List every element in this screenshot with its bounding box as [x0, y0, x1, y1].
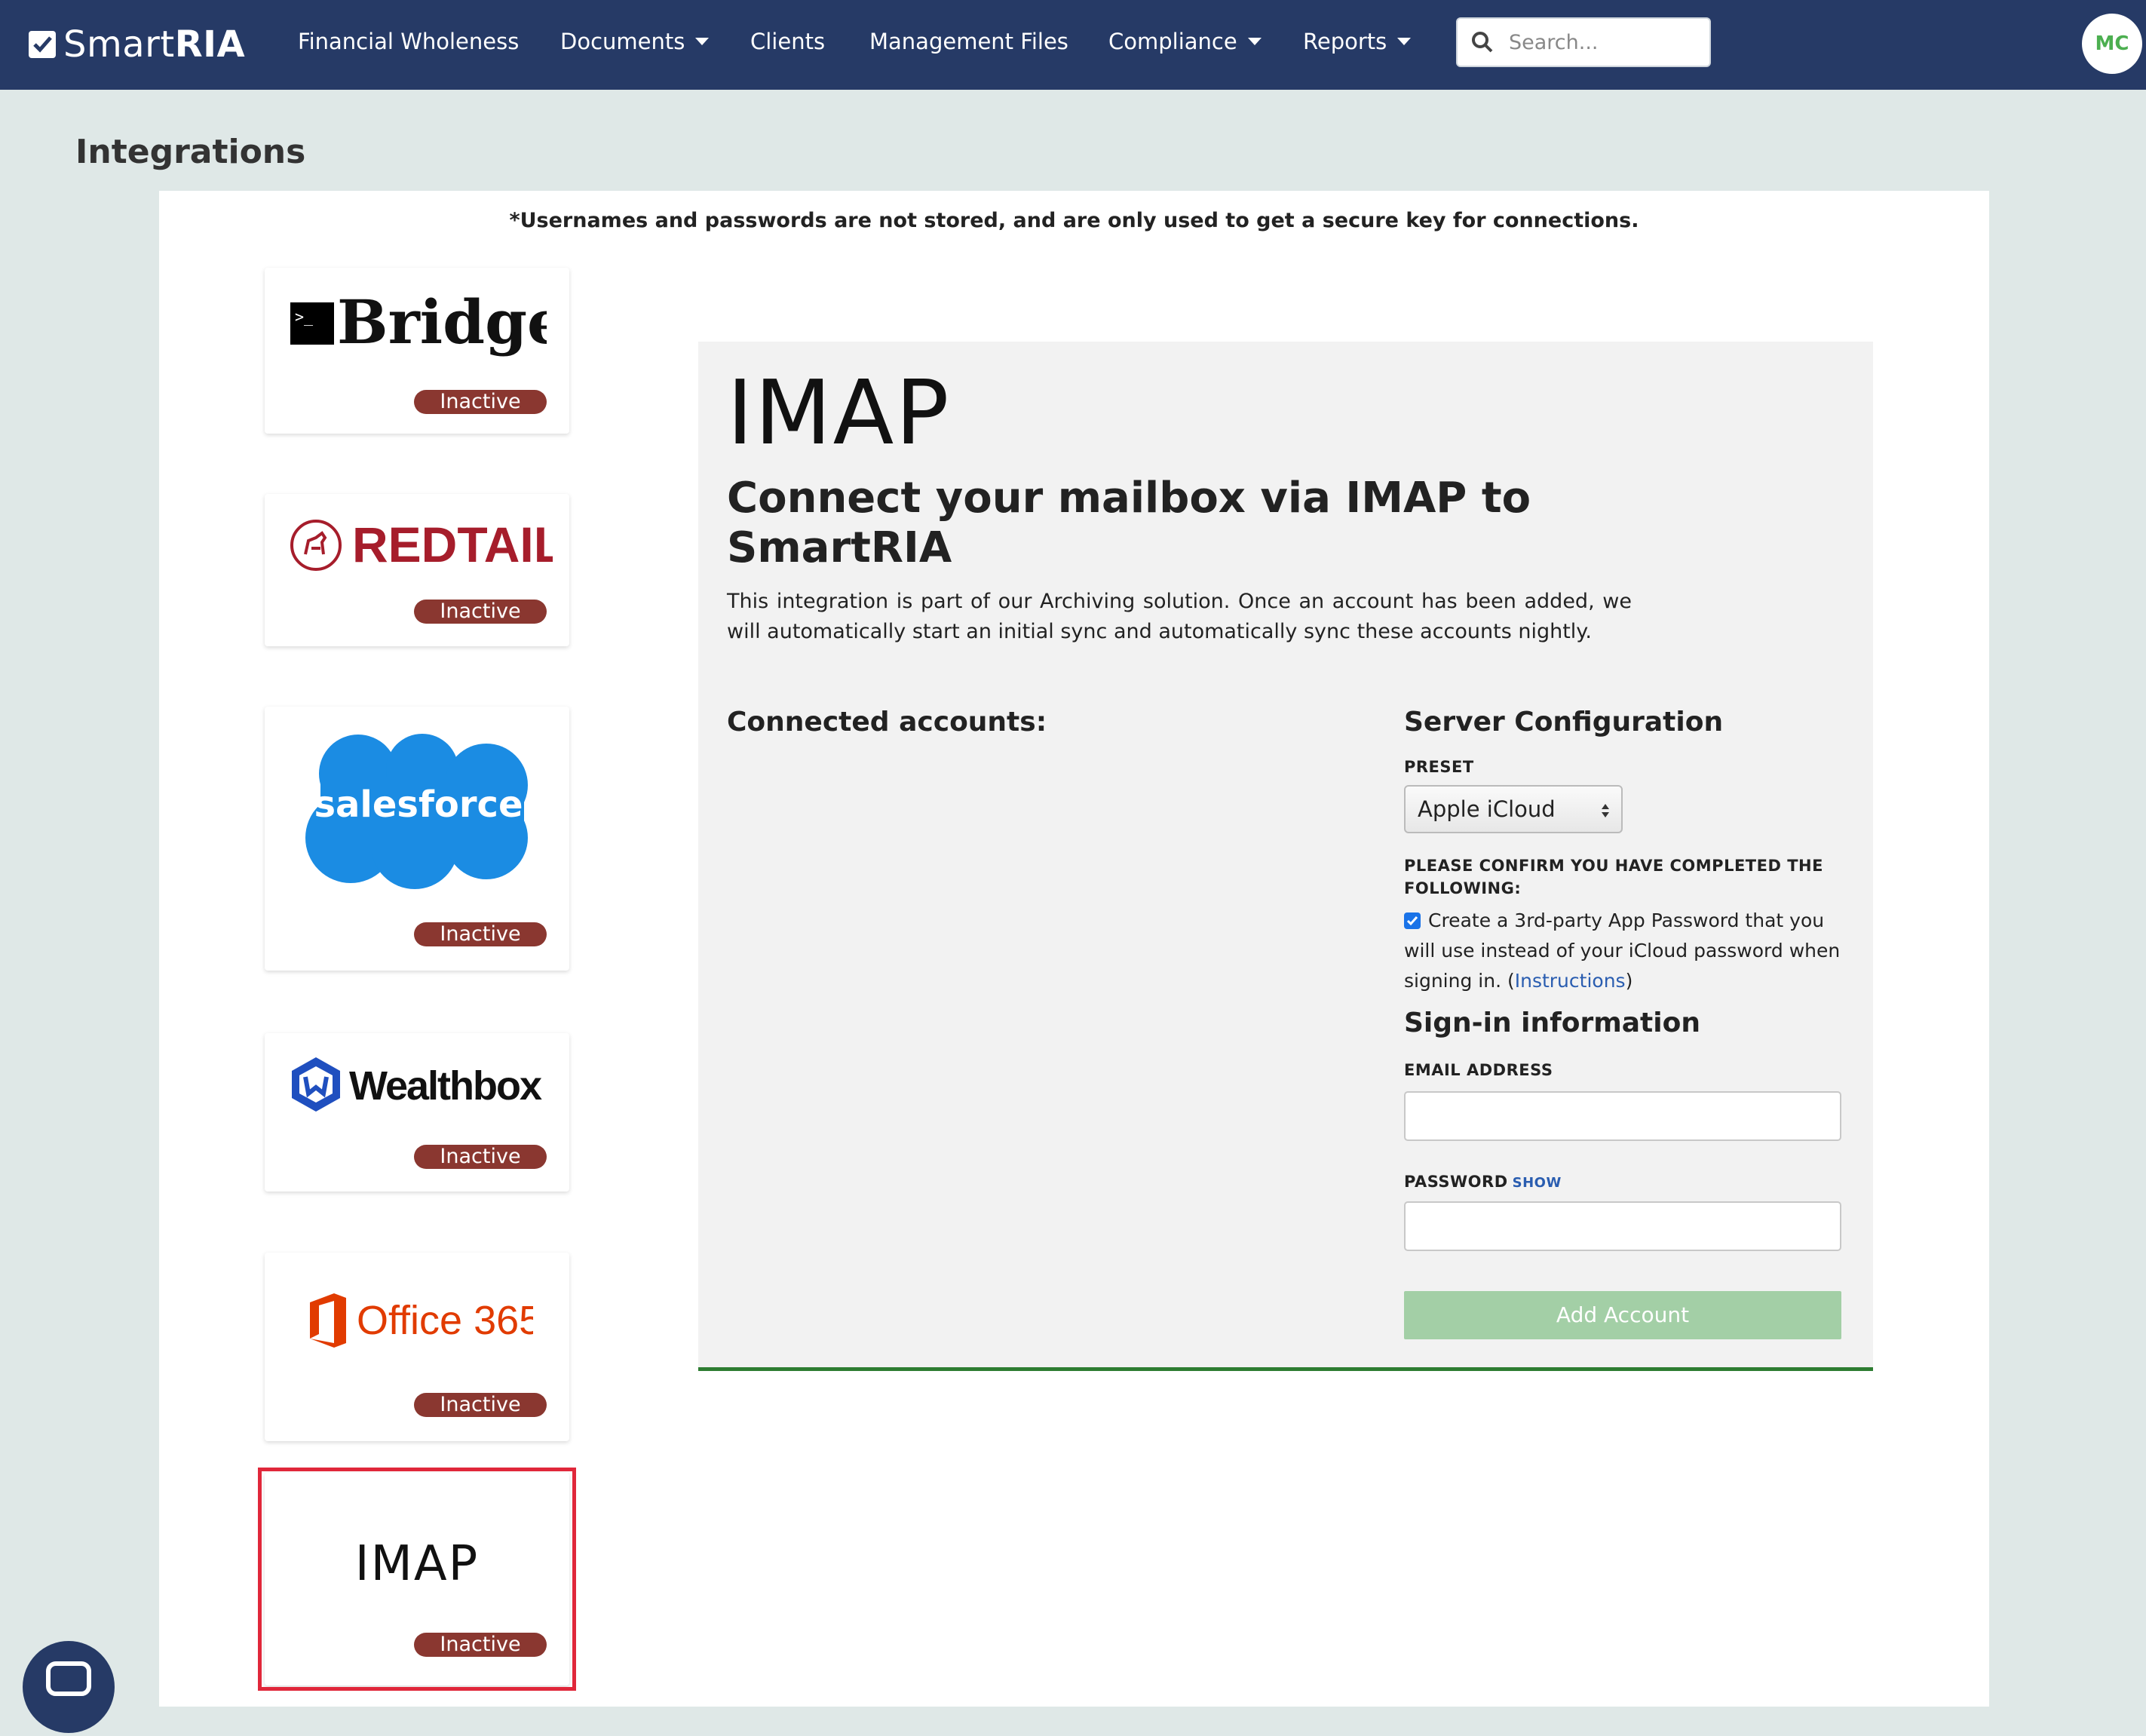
detail-title: IMAP: [727, 360, 951, 465]
svg-text:Office 365: Office 365: [357, 1298, 533, 1343]
nav-clients[interactable]: Clients: [750, 29, 825, 54]
salesforce-logo: salesforce: [290, 732, 547, 894]
signin-heading: Sign-in information: [1404, 1008, 1700, 1038]
confirm-item: Create a 3rd-party App Password that you…: [1404, 909, 1841, 992]
password-label: PASSWORD SHOW: [1404, 1173, 1562, 1191]
smartria-logo[interactable]: SmartRIA: [29, 23, 245, 66]
confirm-checkbox[interactable]: [1404, 912, 1421, 929]
confirm-label: PLEASE CONFIRM YOU HAVE COMPLETED THE FO…: [1404, 857, 1823, 897]
integration-card-office365[interactable]: Office 365 Inactive: [265, 1253, 569, 1441]
disclaimer-text: *Usernames and passwords are not stored,…: [509, 209, 1639, 232]
preset-select[interactable]: Apple iCloud: [1404, 785, 1623, 833]
status-badge: Inactive: [414, 390, 547, 414]
email-field[interactable]: [1404, 1091, 1841, 1141]
integration-card-redtail[interactable]: REDTAIL Inactive: [265, 494, 569, 646]
nav-documents[interactable]: Documents: [560, 29, 710, 54]
selected-card-outline: [258, 1468, 576, 1691]
server-config-heading: Server Configuration: [1404, 707, 1724, 738]
detail-subtitle: Connect your mailbox via IMAP to SmartRI…: [727, 474, 1531, 572]
chevron-down-icon: [695, 38, 710, 45]
search-box[interactable]: [1456, 17, 1711, 67]
integration-card-bridge[interactable]: >_ Bridge Inactive: [265, 268, 569, 434]
svg-text:Wealthbox: Wealthbox: [349, 1063, 542, 1109]
integration-detail: IMAP Connect your mailbox via IMAP to Sm…: [698, 342, 1873, 1371]
status-badge: Inactive: [414, 600, 547, 624]
status-badge: Inactive: [414, 922, 547, 946]
redtail-logo: REDTAIL: [289, 515, 564, 578]
password-show-toggle[interactable]: SHOW: [1513, 1175, 1562, 1191]
svg-text:REDTAIL: REDTAIL: [352, 517, 553, 572]
chevron-down-icon: [1397, 38, 1412, 45]
preset-selected-value: Apple iCloud: [1418, 796, 1556, 822]
select-arrows-icon: [1602, 804, 1609, 817]
password-field[interactable]: [1404, 1201, 1841, 1251]
integrations-panel: *Usernames and passwords are not stored,…: [159, 191, 1989, 1707]
nav-management-files[interactable]: Management Files: [869, 29, 1068, 54]
preset-label: PRESET: [1404, 758, 1474, 776]
status-badge: Inactive: [414, 1393, 547, 1417]
search-icon: [1472, 32, 1493, 53]
bridge-logo: >_ Bridge: [290, 287, 566, 367]
chevron-down-icon: [1247, 38, 1262, 45]
search-input[interactable]: [1507, 29, 1691, 55]
connected-accounts-heading: Connected accounts:: [727, 707, 1047, 738]
instructions-link[interactable]: Instructions: [1515, 970, 1626, 992]
svg-text:>_: >_: [295, 308, 314, 326]
chat-icon: [46, 1661, 91, 1696]
checkbox-logo-icon: [29, 31, 56, 58]
add-account-button[interactable]: Add Account: [1404, 1291, 1841, 1339]
status-badge: Inactive: [414, 1145, 547, 1169]
logo-text: SmartRIA: [63, 23, 246, 66]
top-navbar: SmartRIA Financial Wholeness Documents C…: [0, 0, 2146, 90]
email-label: EMAIL ADDRESS: [1404, 1061, 1553, 1079]
svg-text:Bridge: Bridge: [337, 296, 547, 357]
nav-compliance[interactable]: Compliance: [1108, 29, 1262, 54]
user-avatar[interactable]: MC: [2082, 14, 2142, 74]
nav-reports[interactable]: Reports: [1303, 29, 1412, 54]
detail-description: This integration is part of our Archivin…: [727, 590, 1632, 643]
integration-card-salesforce[interactable]: salesforce Inactive: [265, 707, 569, 971]
svg-text:salesforce: salesforce: [314, 784, 523, 826]
wealthbox-logo: Wealthbox: [289, 1054, 553, 1118]
chat-widget-button[interactable]: [23, 1641, 115, 1733]
integration-card-wealthbox[interactable]: Wealthbox Inactive: [265, 1033, 569, 1192]
page-title: Integrations: [75, 133, 306, 171]
office365-logo: Office 365: [307, 1290, 541, 1354]
nav-financial-wholeness[interactable]: Financial Wholeness: [298, 29, 519, 54]
